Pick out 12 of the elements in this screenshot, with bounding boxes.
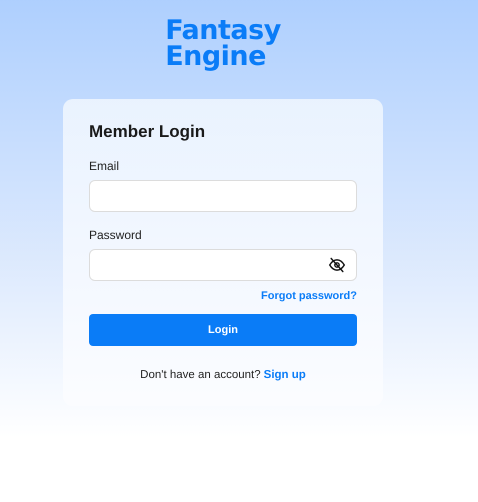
eye-off-icon[interactable] (328, 257, 346, 273)
forgot-password-link[interactable]: Forgot password? (261, 290, 357, 302)
field-label: Email (89, 159, 120, 173)
signup-prompt: Don't have an account? (140, 369, 261, 381)
login-button[interactable]: Login (89, 314, 357, 346)
email-field[interactable] (89, 180, 357, 212)
logo-text: Fantasy (165, 18, 281, 44)
signup-link[interactable]: Sign up (264, 369, 306, 381)
field-label: Password (89, 228, 142, 242)
password-field[interactable] (89, 249, 357, 281)
login-title: Member Login (89, 122, 206, 142)
logo-text: Engine (165, 44, 266, 70)
